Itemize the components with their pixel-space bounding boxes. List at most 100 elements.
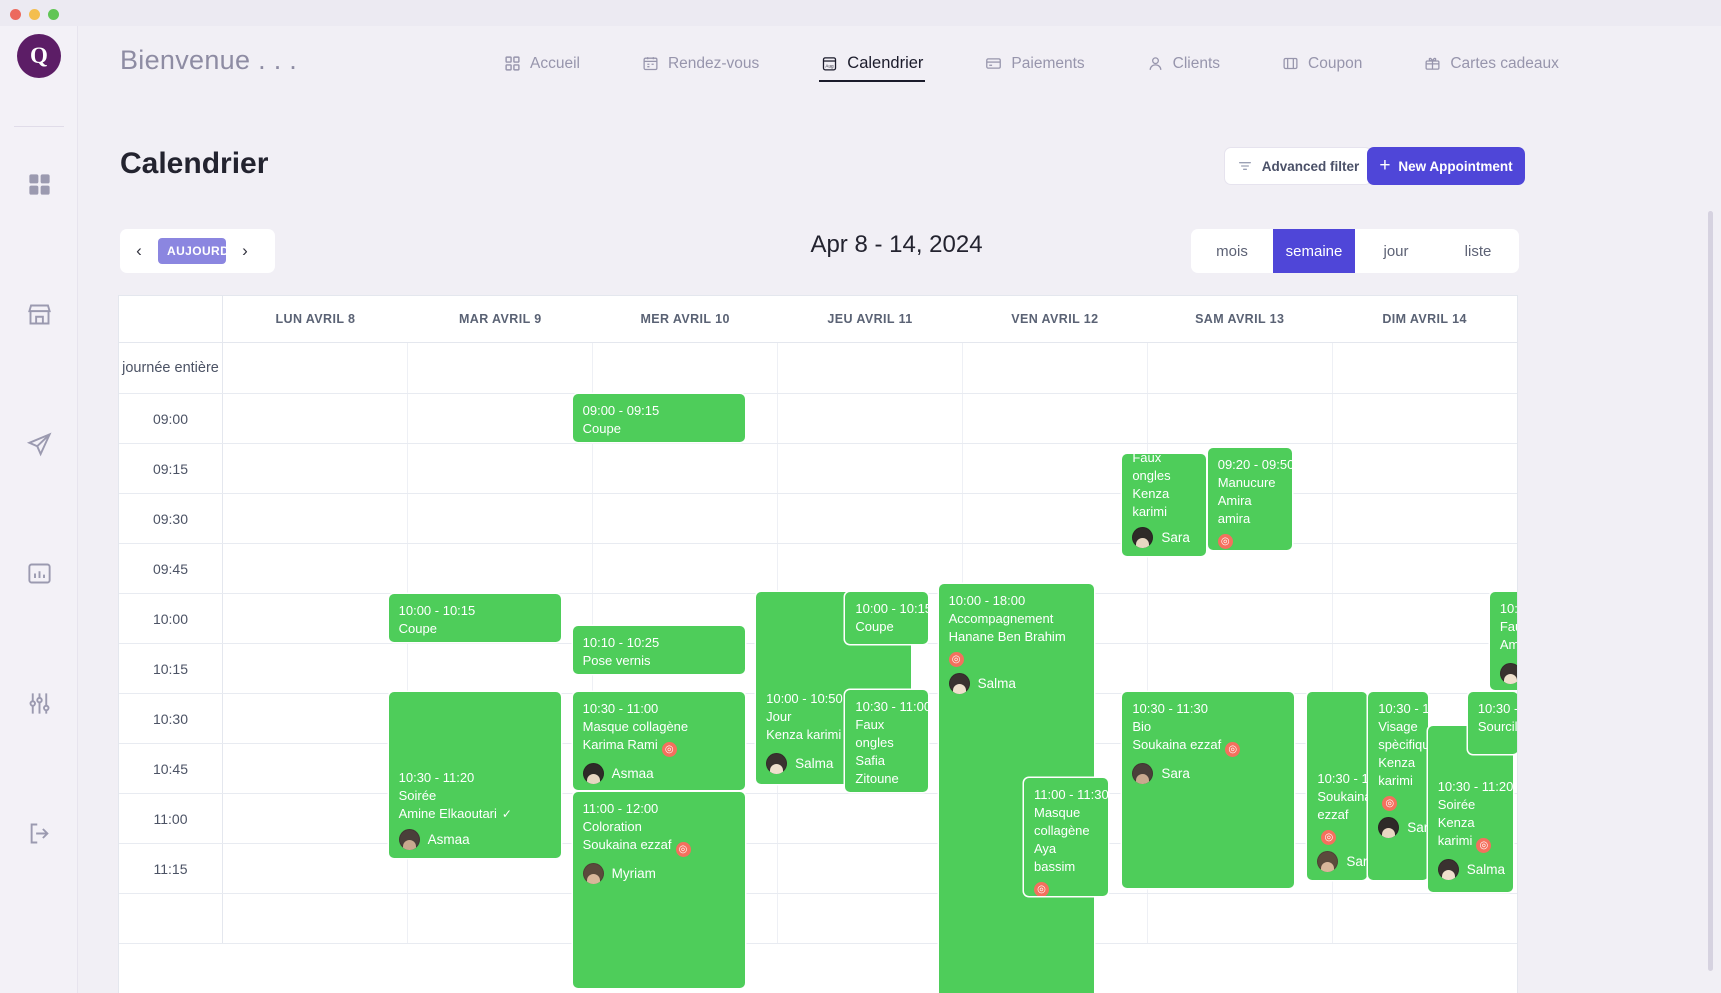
event-card[interactable]: 10:30 - 11:30 Bio Soukaina ezzaf ◎ Sara [1122,692,1295,888]
slot-cell[interactable] [223,694,408,743]
slot-cell[interactable] [778,844,963,893]
slot-cell[interactable] [223,494,408,543]
slot-cell[interactable] [223,394,408,443]
nav-label: Paiements [1011,54,1085,72]
view-button-liste[interactable]: liste [1437,229,1519,273]
event-card[interactable]: 10:00 - 10:15 Coupe [388,594,561,642]
slot-cell[interactable] [408,544,593,593]
new-appointment-button[interactable]: + New Appointment [1367,147,1525,185]
nav-item-rendez-vous[interactable]: Rendez-vous [626,26,775,101]
slot-cell[interactable] [408,644,593,693]
view-button-jour[interactable]: jour [1355,229,1437,273]
event-card[interactable]: 10:30 - 11:30 Soukaina ezzaf◎ Sara [1307,692,1367,880]
event-card[interactable]: 10:30 - 11:30 Visage spècifique Kenza ka… [1368,692,1428,880]
all-day-label: journée entière [119,343,223,393]
all-day-cell[interactable] [408,343,593,393]
event-staff: Sara [1378,817,1428,838]
event-service: Sourcils [1477,719,1518,734]
event-card[interactable]: 10:00 - 10:30 Faux ongles Amina idha◎ Sa… [1489,592,1517,690]
slot-cell[interactable] [1148,894,1333,943]
sidebar-item-store[interactable] [24,302,54,332]
sidebar-item-dashboard[interactable] [24,172,54,202]
day-header-mer: MER AVRIL 10 [640,312,730,326]
slot-cell[interactable] [1333,894,1517,943]
slot-cell[interactable] [408,894,593,943]
event-card[interactable]: 10:30 - 11:00 Faux ongles Safia Zitoune … [845,690,929,792]
event-card[interactable]: 09:00 - 09:15 Coupe [572,394,745,442]
slot-cell[interactable] [223,444,408,493]
slot-cell[interactable] [223,794,408,843]
brand-logo[interactable]: Q [17,34,61,78]
slot-cell[interactable] [223,644,408,693]
slot-cell[interactable] [963,394,1148,443]
page-scrollbar[interactable] [1708,211,1713,971]
slot-cell[interactable] [408,444,593,493]
event-card[interactable]: 10:00 - 10:15 Coupe [845,592,929,644]
slot-cell[interactable] [778,544,963,593]
event-card[interactable]: 09:20 - 09:50 Manucure Amira amira ◎ Sal… [1207,448,1292,550]
slot-cell[interactable] [963,444,1148,493]
slot-cell[interactable] [778,794,963,843]
slot-cell[interactable] [778,394,963,443]
slot-cell[interactable] [223,744,408,793]
slot-cell[interactable] [1333,394,1517,443]
slot-cell[interactable] [223,844,408,893]
slot-cell[interactable] [1148,394,1333,443]
time-row-0915: 09:15 [119,444,1517,494]
view-button-mois[interactable]: mois [1191,229,1273,273]
minimize-window-button[interactable] [29,9,40,20]
window-titlebar [0,0,1721,26]
slot-cell[interactable] [593,494,778,543]
slot-cell[interactable] [1148,644,1333,693]
slot-cell[interactable] [223,544,408,593]
slot-cell[interactable] [408,494,593,543]
zoom-window-button[interactable] [48,9,59,20]
staff-name: Salma [1466,861,1505,877]
nav-item-calendrier[interactable]: Aug Calendrier [805,26,939,101]
close-window-button[interactable] [10,9,21,20]
sidebar-item-analytics[interactable] [24,561,54,591]
all-day-cell[interactable] [963,343,1148,393]
sidebar-item-logout[interactable] [24,821,54,851]
slot-cell[interactable] [593,444,778,493]
slot-cell[interactable] [408,394,593,443]
slot-cell[interactable] [778,494,963,543]
nav-item-clients[interactable]: Clients [1131,26,1236,101]
slot-cell[interactable] [1333,494,1517,543]
avatar [1437,859,1459,880]
slot-cell[interactable] [1148,594,1333,643]
all-day-cell[interactable] [778,343,963,393]
slot-cell[interactable] [223,594,408,643]
all-day-cell[interactable] [223,343,408,393]
slot-cell[interactable] [778,894,963,943]
all-day-cell[interactable] [1148,343,1333,393]
event-card[interactable]: 10:30 - 10:45 Sourcils [1467,692,1518,754]
event-card[interactable]: 10:30 - 11:00 Masque collagène Karima Ra… [572,692,745,790]
event-card[interactable]: 09:20 - 09:50 Faux ongles Kenza karimi S… [1122,454,1207,556]
nav-item-cartes-cadeaux[interactable]: Cartes cadeaux [1408,26,1575,101]
event-card[interactable]: 10:10 - 10:25 Pose vernis [572,626,745,674]
nav-item-coupon[interactable]: Coupon [1266,26,1378,101]
slot-cell[interactable] [593,544,778,593]
event-card[interactable]: 11:00 - 11:30 Masque collagène Aya bassi… [1023,778,1109,896]
staff-name: Salma [977,675,1016,691]
sidebar-item-settings[interactable] [24,691,54,721]
nav-item-accueil[interactable]: Accueil [488,26,596,101]
slot-cell[interactable] [1333,444,1517,493]
event-customer: Amine Elkaoutari ✓ [398,806,512,821]
event-card[interactable]: 10:30 - 11:20 Soirée Amine Elkaoutari ✓ A… [388,692,561,858]
all-day-cell[interactable] [1333,343,1517,393]
view-button-semaine[interactable]: semaine [1273,229,1355,273]
event-card[interactable]: 11:00 - 12:00 Coloration Soukaina ezzaf ◎… [572,792,745,988]
slot-cell[interactable] [963,494,1148,543]
nav-item-paiements[interactable]: Paiements [969,26,1100,101]
slot-cell[interactable] [1333,544,1517,593]
store-icon [26,301,53,333]
sidebar-item-send[interactable] [24,432,54,462]
calendar-grid[interactable]: LUN AVRIL 8 MAR AVRIL 9 MER AVRIL 10 JEU… [118,295,1518,993]
event-service: Coupe [582,421,621,436]
slot-cell[interactable] [223,894,408,943]
all-day-cell[interactable] [593,343,778,393]
slot-cell[interactable] [778,444,963,493]
advanced-filter-button[interactable]: Advanced filter [1224,147,1372,185]
